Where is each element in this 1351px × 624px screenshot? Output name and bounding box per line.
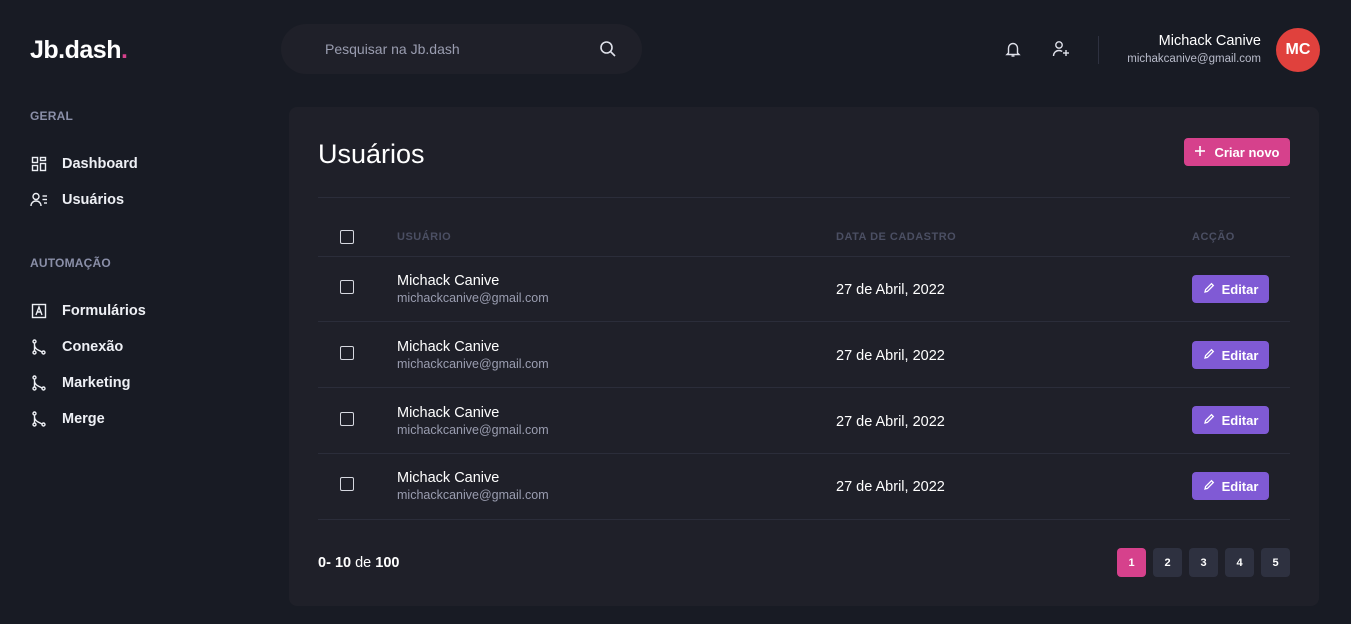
row-divider [318, 256, 1290, 257]
row-user-email: michackcanive@gmail.com [397, 423, 549, 437]
row-date: 27 de Abril, 2022 [836, 282, 945, 298]
create-new-button[interactable]: Criar novo [1184, 138, 1290, 166]
row-user-email: michackcanive@gmail.com [397, 488, 549, 502]
column-header-date: DATA DE CADASTRO [836, 231, 957, 243]
pagination-of: de [355, 555, 372, 571]
sidebar-item-label: Usuários [62, 192, 125, 208]
avatar[interactable]: MC [1276, 28, 1320, 72]
page-button-5[interactable]: 5 [1261, 548, 1290, 577]
user-name: Michack Canive [1158, 33, 1261, 49]
page-button-2[interactable]: 2 [1153, 548, 1182, 577]
page-button-4[interactable]: 4 [1225, 548, 1254, 577]
pencil-icon [1203, 348, 1215, 363]
brand-dot: . [120, 36, 128, 64]
row-date: 27 de Abril, 2022 [836, 348, 945, 364]
search-icon[interactable] [598, 39, 618, 59]
row-checkbox[interactable] [340, 412, 354, 426]
sidebar-item-merge[interactable]: Merge [30, 407, 105, 431]
search-bar [281, 24, 642, 74]
page-button-1[interactable]: 1 [1117, 548, 1146, 577]
git-branch-icon [30, 410, 48, 428]
sidebar-item-label: Dashboard [62, 156, 138, 172]
edit-button[interactable]: Editar [1192, 341, 1269, 369]
edit-button[interactable]: Editar [1192, 472, 1269, 500]
git-branch-icon [30, 374, 48, 392]
row-divider [318, 453, 1290, 454]
divider [318, 197, 1290, 198]
sidebar-item-label: Conexão [62, 339, 124, 355]
row-user-name: Michack Canive [397, 273, 500, 289]
edit-button[interactable]: Editar [1192, 275, 1269, 303]
row-checkbox[interactable] [340, 280, 354, 294]
pencil-icon [1203, 413, 1215, 428]
pagination-from: 0 [318, 555, 327, 571]
row-user-name: Michack Canive [397, 339, 500, 355]
sidebar-item-conexao[interactable]: Conexão [30, 335, 123, 359]
users-list-icon [30, 191, 48, 209]
form-icon [30, 302, 48, 320]
git-branch-icon [30, 338, 48, 356]
pagination-to: 10 [334, 555, 352, 571]
sidebar-item-marketing[interactable]: Marketing [30, 371, 131, 395]
row-user-name: Michack Canive [397, 470, 500, 486]
sidebar-section-title-automacao: AUTOMAÇÃO [30, 256, 111, 270]
users-card: Usuários Criar novo USUÁRIO DATA DE CADA… [289, 107, 1319, 606]
search-input[interactable] [325, 41, 598, 57]
pencil-icon [1203, 479, 1215, 494]
sidebar-item-label: Formulários [62, 303, 146, 319]
pagination-summary: 0- 10 de 100 [318, 555, 399, 571]
pagination-sep: - [326, 555, 335, 571]
row-date: 27 de Abril, 2022 [836, 479, 945, 495]
user-email: michakcanive@gmail.com [1127, 53, 1261, 65]
edit-button-label: Editar [1221, 347, 1259, 363]
sidebar-item-dashboard[interactable]: Dashboard [30, 152, 138, 176]
column-header-user: USUÁRIO [397, 231, 452, 243]
edit-button-label: Editar [1221, 412, 1259, 428]
plus-icon [1194, 145, 1206, 160]
row-divider [318, 519, 1290, 520]
row-divider [318, 321, 1290, 322]
row-date: 27 de Abril, 2022 [836, 414, 945, 430]
row-divider [318, 387, 1290, 388]
column-header-action: ACÇÃO [1192, 231, 1235, 243]
sidebar-item-label: Merge [62, 411, 105, 427]
page-button-3[interactable]: 3 [1189, 548, 1218, 577]
row-checkbox[interactable] [340, 477, 354, 491]
header-divider [1098, 36, 1099, 64]
sidebar-section-title-geral: GERAL [30, 109, 73, 123]
pencil-icon [1203, 282, 1215, 297]
brand-name: Jb.dash [30, 36, 121, 64]
sidebar-item-usuarios[interactable]: Usuários [30, 188, 124, 212]
edit-button[interactable]: Editar [1192, 406, 1269, 434]
row-user-email: michackcanive@gmail.com [397, 357, 549, 371]
dashboard-grid-icon [30, 155, 48, 173]
page-title: Usuários [318, 139, 425, 169]
user-add-icon[interactable] [1051, 39, 1071, 59]
pagination-total: 100 [375, 555, 400, 571]
sidebar-item-formularios[interactable]: Formulários [30, 299, 146, 323]
row-user-email: michackcanive@gmail.com [397, 291, 549, 305]
sidebar-item-label: Marketing [62, 375, 131, 391]
row-user-name: Michack Canive [397, 405, 500, 421]
edit-button-label: Editar [1221, 281, 1259, 297]
select-all-checkbox[interactable] [340, 230, 354, 244]
bell-icon[interactable] [1003, 39, 1023, 59]
create-new-label: Criar novo [1214, 144, 1280, 160]
row-checkbox[interactable] [340, 346, 354, 360]
edit-button-label: Editar [1221, 478, 1259, 494]
brand-logo[interactable]: Jb.dash. [30, 36, 128, 65]
